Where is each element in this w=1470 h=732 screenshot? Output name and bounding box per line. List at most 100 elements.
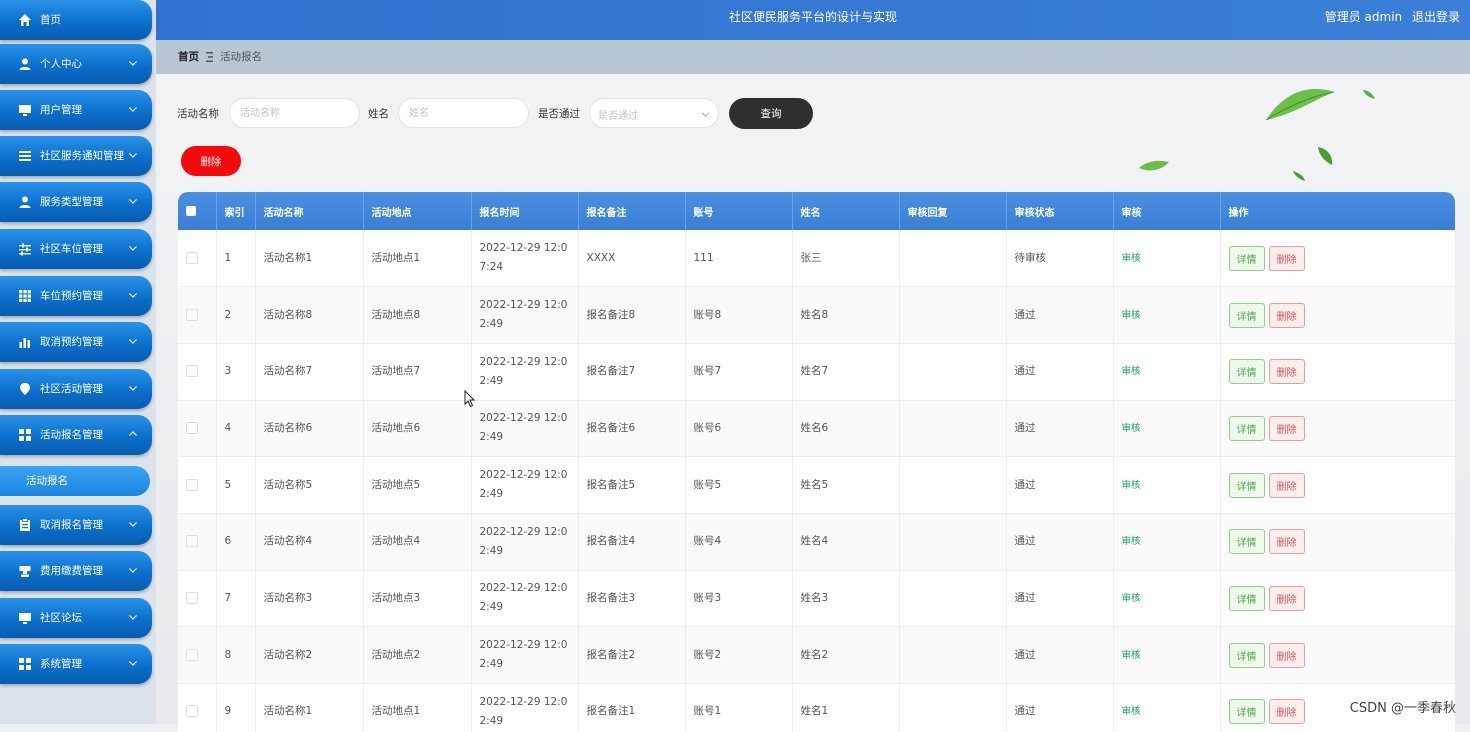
main-content: 活动名称 姓名 是否通过 是否通过 查询 删除 索引 活动名称 活动地点 报名时…: [156, 74, 1470, 724]
row-checkbox[interactable]: [186, 252, 198, 264]
query-button[interactable]: 查询: [729, 98, 813, 129]
column-header: 审核状态: [1006, 192, 1113, 230]
cell-time: 2022-12-29 12:02:49: [471, 684, 578, 732]
row-select-cell[interactable]: [178, 230, 216, 287]
sidebar-item[interactable]: 费用缴费管理: [0, 551, 152, 591]
activity-name-input[interactable]: [229, 98, 360, 128]
audit-link[interactable]: 审核: [1122, 650, 1141, 661]
audit-link[interactable]: 审核: [1122, 253, 1141, 264]
audit-link[interactable]: 审核: [1122, 480, 1141, 491]
row-checkbox[interactable]: [186, 535, 198, 547]
row-delete-button[interactable]: 删除: [1269, 586, 1305, 611]
sidebar-item[interactable]: 个人中心: [0, 44, 152, 84]
sidebar-item[interactable]: 车位预约管理: [0, 276, 152, 316]
row-checkbox[interactable]: [186, 422, 198, 434]
audit-link[interactable]: 审核: [1122, 706, 1141, 717]
select-all-checkbox[interactable]: [186, 206, 196, 216]
cell-location: 活动地点6: [363, 400, 471, 457]
sidebar-item[interactable]: 系统管理: [0, 644, 152, 684]
row-delete-button[interactable]: 删除: [1269, 473, 1305, 498]
cell-index: 9: [216, 684, 255, 732]
row-delete-button[interactable]: 删除: [1269, 246, 1305, 271]
batch-delete-button[interactable]: 删除: [181, 146, 241, 176]
cell-location: 活动地点4: [363, 513, 471, 570]
column-header: 报名备注: [578, 192, 685, 230]
select-all-cell[interactable]: [178, 192, 216, 230]
detail-button[interactable]: 详情: [1229, 416, 1265, 441]
row-checkbox[interactable]: [186, 365, 198, 377]
row-delete-button[interactable]: 删除: [1269, 416, 1305, 441]
sidebar-item[interactable]: 社区论坛: [0, 598, 152, 638]
row-select-cell[interactable]: [178, 570, 216, 627]
row-checkbox[interactable]: [186, 479, 198, 491]
row-select-cell[interactable]: [178, 513, 216, 570]
sidebar-subitem-activity-signup[interactable]: 活动报名: [0, 466, 150, 496]
sidebar-item[interactable]: 社区服务通知管理: [0, 136, 152, 176]
cell-audit: 审核: [1113, 513, 1220, 570]
cell-location: 活动地点1: [363, 684, 471, 732]
audit-link[interactable]: 审核: [1122, 310, 1141, 321]
audit-link[interactable]: 审核: [1122, 593, 1141, 604]
detail-button[interactable]: 详情: [1229, 473, 1265, 498]
sidebar-item[interactable]: 社区活动管理: [0, 369, 152, 409]
row-select-cell[interactable]: [178, 287, 216, 344]
list-icon: [18, 149, 32, 163]
cell-audit: 审核: [1113, 684, 1220, 732]
detail-button[interactable]: 详情: [1229, 246, 1265, 271]
cell-activity: 活动名称7: [255, 343, 363, 400]
row-delete-button[interactable]: 删除: [1269, 643, 1305, 668]
sidebar-item[interactable]: 社区车位管理: [0, 229, 152, 269]
breadcrumb-home[interactable]: 首页: [178, 40, 199, 74]
audit-link[interactable]: 审核: [1122, 423, 1141, 434]
row-checkbox[interactable]: [186, 649, 198, 661]
home-icon: [18, 13, 32, 27]
sidebar-item-label: 用户管理: [40, 90, 82, 130]
audit-link[interactable]: 审核: [1122, 366, 1141, 377]
logout-link[interactable]: 退出登录: [1412, 10, 1460, 24]
row-select-cell[interactable]: [178, 343, 216, 400]
detail-button[interactable]: 详情: [1229, 699, 1265, 724]
sidebar-item[interactable]: 首页: [0, 0, 152, 40]
cell-status: 通过: [1006, 570, 1113, 627]
cell-index: 6: [216, 513, 255, 570]
cell-activity: 活动名称1: [255, 230, 363, 287]
row-select-cell[interactable]: [178, 684, 216, 732]
row-checkbox[interactable]: [186, 309, 198, 321]
row-select-cell[interactable]: [178, 627, 216, 684]
detail-button[interactable]: 详情: [1229, 586, 1265, 611]
row-delete-button[interactable]: 删除: [1269, 359, 1305, 384]
cell-name: 姓名3: [792, 570, 899, 627]
row-checkbox[interactable]: [186, 592, 198, 604]
name-input[interactable]: [398, 98, 529, 128]
detail-button[interactable]: 详情: [1229, 529, 1265, 554]
sidebar-item[interactable]: 取消预约管理: [0, 322, 152, 362]
column-header: 活动地点: [363, 192, 471, 230]
cell-time: 2022-12-29 12:02:49: [471, 400, 578, 457]
cell-account: 账号6: [685, 400, 792, 457]
approved-select[interactable]: 是否通过: [589, 98, 719, 128]
row-delete-button[interactable]: 删除: [1269, 303, 1305, 328]
cell-status: 待审核: [1006, 230, 1113, 287]
sidebar-item[interactable]: 活动报名管理: [0, 415, 152, 455]
row-select-cell[interactable]: [178, 457, 216, 514]
sidebar-item[interactable]: 用户管理: [0, 90, 152, 130]
monitor-icon: [18, 103, 32, 117]
column-header: 账号: [685, 192, 792, 230]
row-checkbox[interactable]: [186, 705, 198, 717]
detail-button[interactable]: 详情: [1229, 643, 1265, 668]
cell-account: 账号5: [685, 457, 792, 514]
row-delete-button[interactable]: 删除: [1269, 529, 1305, 554]
top-bar: 社区便民服务平台的设计与实现 管理员 admin 退出登录: [156, 0, 1470, 40]
row-select-cell[interactable]: [178, 400, 216, 457]
sidebar-item[interactable]: 服务类型管理: [0, 182, 152, 222]
cell-index: 3: [216, 343, 255, 400]
audit-link[interactable]: 审核: [1122, 536, 1141, 547]
detail-button[interactable]: 详情: [1229, 303, 1265, 328]
cell-status: 通过: [1006, 287, 1113, 344]
detail-button[interactable]: 详情: [1229, 359, 1265, 384]
sidebar-item[interactable]: 取消报名管理: [0, 505, 152, 545]
table-body: 1活动名称1活动地点12022-12-29 12:07:24XXXX111张三待…: [178, 230, 1455, 732]
table-row: 6活动名称4活动地点42022-12-29 12:02:49报名备注4账号4姓名…: [178, 513, 1455, 570]
row-delete-button[interactable]: 删除: [1269, 699, 1305, 724]
apps-icon: [18, 657, 32, 671]
